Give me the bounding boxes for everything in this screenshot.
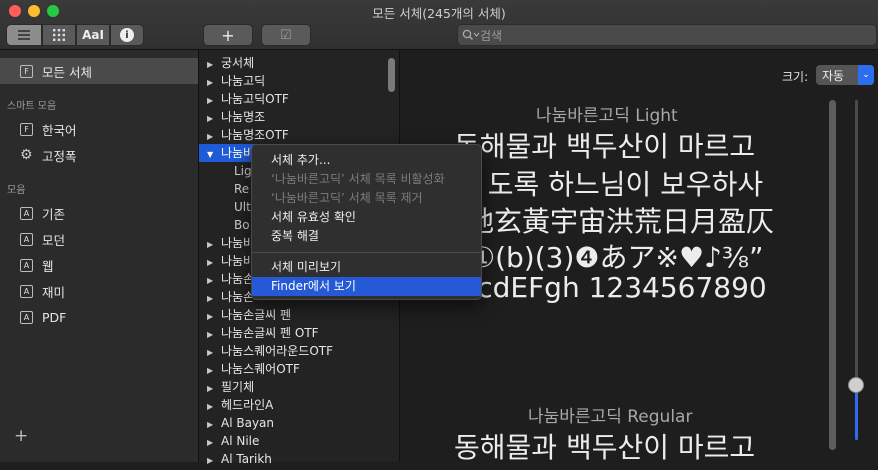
sidebar-item-modern[interactable]: A 모던 [0,226,198,252]
window-title: 모든 서체(245개의 서체) [372,6,506,21]
font-list-item[interactable]: ▶ 나눔고딕 [199,72,384,90]
menu-item-disable-family: ‘나눔바른고딕’ 서체 목록 비활성화 [271,172,445,186]
menu-item-show-in-finder[interactable]: Finder에서 보기 [252,277,481,296]
sidebar-item-pdf[interactable]: A PDF [0,304,198,330]
preview-scrollbar[interactable] [829,100,836,450]
info-icon: i [120,28,134,42]
grid-icon [53,29,65,41]
sidebar-item-fun[interactable]: A 재미 [0,278,198,304]
sample-line: ①(b)(3)❹あア※♥♪⅜” [470,241,764,274]
font-collection-icon: A [20,232,33,246]
font-list-item[interactable]: ▶ 나눔고딕OTF [199,90,384,108]
search-field[interactable]: 검색 [457,24,877,46]
font-collection-icon: A [20,206,33,220]
font-collection-icon: F [20,122,33,136]
sample-line: 동해물과 백두산이 마르고 [454,130,756,163]
font-name-light: 나눔바른고딕 Light [536,106,678,126]
font-collection-icon: F [20,64,33,78]
menu-item-resolve-duplicates[interactable]: 중복 해결 [252,227,481,246]
smart-collections-header: 스마트 모음 [7,101,57,112]
font-list-item[interactable]: ▶ 나눔손글씨 펜 [199,306,384,324]
sample-line: ㅏ도록 하느님이 보우하사 [462,168,764,201]
sample-line: 동해물과 백두산이 마르고 [454,431,756,464]
font-face-item[interactable]: Bo [234,216,250,234]
font-list-item[interactable]: ▶ 나눔스퀘어라운드OTF [199,342,384,360]
font-face-item[interactable]: Ult [234,198,251,216]
font-list-item[interactable]: ▶ 나눔명조OTF [199,126,384,144]
sample-line: BcdEFgh 1234567890 [458,271,767,304]
size-select[interactable]: 자동 ⌄ [816,65,874,85]
sidebar-item-classic[interactable]: A 기존 [0,200,198,226]
sidebar-item-all-fonts[interactable]: F 모든 서체 [0,58,198,84]
sample-line: 地玄黃宇宙洪荒日月盈仄 [466,205,775,238]
menu-item-validate-font[interactable]: 서체 유효성 확인 [252,208,481,227]
context-menu: 서체 추가... ‘나눔바른고딕’ 서체 목록 비활성화 ‘나눔바른고딕’ 서체… [251,144,482,300]
font-list-item[interactable]: ▶ 필기체 [199,378,384,396]
list-icon [18,30,30,40]
search-icon [462,29,480,40]
disclosure-triangle-icon: ▶ [207,456,214,465]
sidebar: F 모든 서체 스마트 모음 F 한국어 ⚙ 고정폭 모음 A 기존 A 모던 … [0,50,199,462]
size-slider-knob[interactable] [848,377,864,393]
title-bar: 모든 서체(245개의 서체) AaI i + ☑ 검색 [0,0,878,50]
font-list-item[interactable]: ▶ 나눔스퀘어OTF [199,360,384,378]
font-face-item[interactable]: Re [234,180,249,198]
font-name-regular: 나눔바른고딕 Regular [528,407,693,427]
search-placeholder: 검색 [480,28,503,43]
font-list-item[interactable]: ▶ Al Bayan [199,414,384,432]
enable-font-button[interactable]: ☑ [261,24,311,46]
sample-view-button[interactable]: AaI [76,24,110,46]
menu-item-remove-family: ‘나눔바른고딕’ 서체 목록 제거 [271,191,423,205]
font-list-scrollbar[interactable] [388,58,395,92]
grid-view-button[interactable] [42,24,76,46]
sidebar-item-korean[interactable]: F 한국어 [0,116,198,142]
menu-item-preview-font[interactable]: 서체 미리보기 [252,258,481,277]
add-font-button[interactable]: + [203,24,253,46]
size-slider-fill [855,385,858,440]
menu-item-add-font[interactable]: 서체 추가... [252,151,481,170]
list-view-button[interactable] [6,24,42,46]
font-list-item[interactable]: ▶ Al Tarikh [199,450,384,468]
add-collection-button[interactable]: + [14,426,28,446]
disclosure-triangle-open-icon: ▼ [207,150,214,159]
font-face-item[interactable]: Lig [234,162,252,180]
font-list-item[interactable]: ▶ Al Nile [199,432,384,450]
font-collection-icon: A [20,284,33,298]
menu-separator [252,252,481,253]
font-list-item[interactable]: ▶ 나눔손글씨 펜 OTF [199,324,384,342]
view-mode-group: AaI i [6,24,144,46]
gear-icon: ⚙ [20,147,33,163]
font-collection-icon: A [20,310,33,324]
info-button[interactable]: i [110,24,144,46]
sidebar-item-monospace[interactable]: ⚙ 고정폭 [0,142,198,168]
font-collection-icon: A [20,258,33,272]
font-list-item[interactable]: ▶ 헤드라인A [199,396,384,414]
chevron-down-icon: ⌄ [858,65,874,85]
sidebar-item-web[interactable]: A 웹 [0,252,198,278]
size-label: 크기: [782,70,809,84]
font-list-item[interactable]: ▶ 궁서체 [199,54,384,72]
collections-header: 모음 [7,185,26,196]
font-list-item[interactable]: ▶ 나눔명조 [199,108,384,126]
